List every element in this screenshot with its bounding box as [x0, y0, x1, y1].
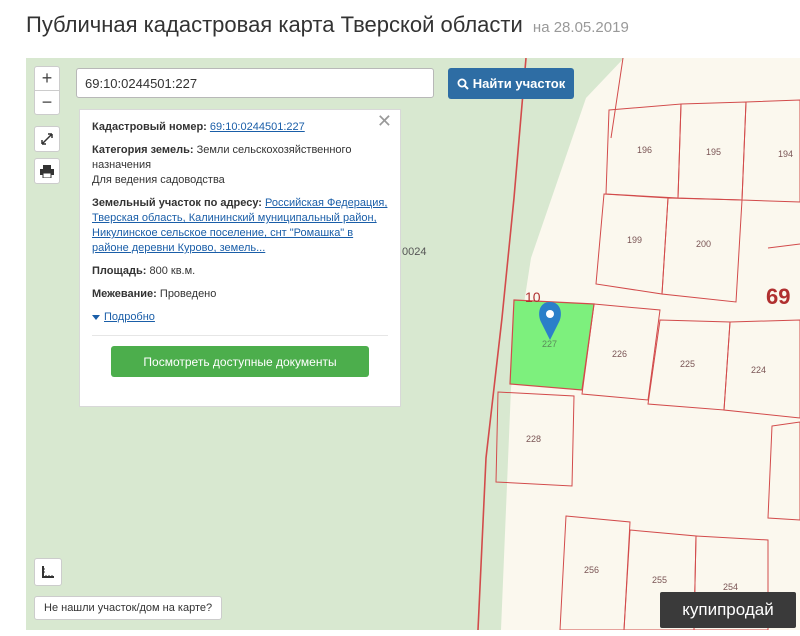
- plot-label-199: 199: [627, 235, 642, 245]
- plot-label-195: 195: [706, 147, 721, 157]
- cadastral-number-row: Кадастровый номер: 69:10:0244501:227: [92, 120, 388, 135]
- plot-label-226: 226: [612, 349, 627, 359]
- block-label-69: 69: [766, 284, 790, 309]
- print-button[interactable]: [34, 158, 60, 184]
- plot-label-196: 196: [637, 145, 652, 155]
- not-found-link[interactable]: Не нашли участок/дом на карте?: [34, 596, 223, 620]
- land-category-label: Категория земель:: [92, 144, 194, 156]
- cadastral-number-link[interactable]: 69:10:0244501:227: [210, 121, 305, 133]
- find-plot-button[interactable]: Найти участок: [448, 68, 574, 99]
- plot-label-200: 200: [696, 239, 711, 249]
- measure-button[interactable]: [34, 558, 62, 586]
- block-label-0024: 0024: [402, 246, 426, 258]
- cadastral-search-input[interactable]: [76, 68, 434, 98]
- page-title-text: Публичная кадастровая карта Тверской обл…: [26, 12, 523, 37]
- caret-down-icon: [92, 314, 100, 320]
- printer-icon: [40, 164, 54, 178]
- divider: [92, 335, 388, 336]
- close-icon[interactable]: ✕: [377, 112, 392, 130]
- expand-icon: [41, 133, 53, 145]
- cadastral-map[interactable]: 196 195 194 199 200 226 225 224 227 228 …: [26, 58, 800, 630]
- land-category-row: Категория земель: Земли сельскохозяйстве…: [92, 143, 388, 188]
- plot-label-224: 224: [751, 365, 766, 375]
- plot-info-panel: ✕ Кадастровый номер: 69:10:0244501:227 К…: [79, 109, 401, 407]
- zoom-out-button[interactable]: −: [35, 90, 59, 114]
- plot-label-255: 255: [652, 575, 667, 585]
- survey-row: Межевание: Проведено: [92, 287, 388, 302]
- plot-label-228: 228: [526, 434, 541, 444]
- zoom-control: + −: [34, 66, 60, 115]
- search-icon: [457, 78, 469, 90]
- area-row: Площадь: 800 кв.м.: [92, 264, 388, 279]
- plot-label-254: 254: [723, 582, 738, 592]
- plot-label-194: 194: [778, 149, 793, 159]
- area-label: Площадь:: [92, 265, 147, 277]
- block-label-10: 10: [525, 289, 541, 305]
- details-toggle[interactable]: Подробно: [92, 310, 388, 325]
- area-value: 800 кв.м.: [149, 265, 196, 277]
- page-date: на 28.05.2019: [532, 19, 629, 36]
- fullscreen-button[interactable]: [34, 126, 60, 152]
- zoom-in-button[interactable]: +: [35, 67, 59, 90]
- address-label: Земельный участок по адресу:: [92, 197, 262, 209]
- ruler-icon: [42, 566, 54, 578]
- cadastral-number-label: Кадастровый номер:: [92, 121, 207, 133]
- find-plot-label: Найти участок: [472, 76, 566, 91]
- details-label: Подробно: [104, 311, 155, 323]
- address-row: Земельный участок по адресу: Российская …: [92, 196, 388, 256]
- plot-label-227: 227: [542, 339, 557, 349]
- survey-value: Проведено: [159, 288, 217, 300]
- plot-label-256: 256: [584, 565, 599, 575]
- view-documents-button[interactable]: Посмотреть доступные документы: [111, 346, 369, 377]
- watermark-logo: купипродай: [660, 592, 796, 628]
- plot-label-225: 225: [680, 359, 695, 369]
- land-use-value: Для ведения садоводства: [92, 174, 225, 186]
- page-title: Публичная кадастровая карта Тверской обл…: [26, 12, 629, 38]
- survey-label: Межевание:: [92, 288, 157, 300]
